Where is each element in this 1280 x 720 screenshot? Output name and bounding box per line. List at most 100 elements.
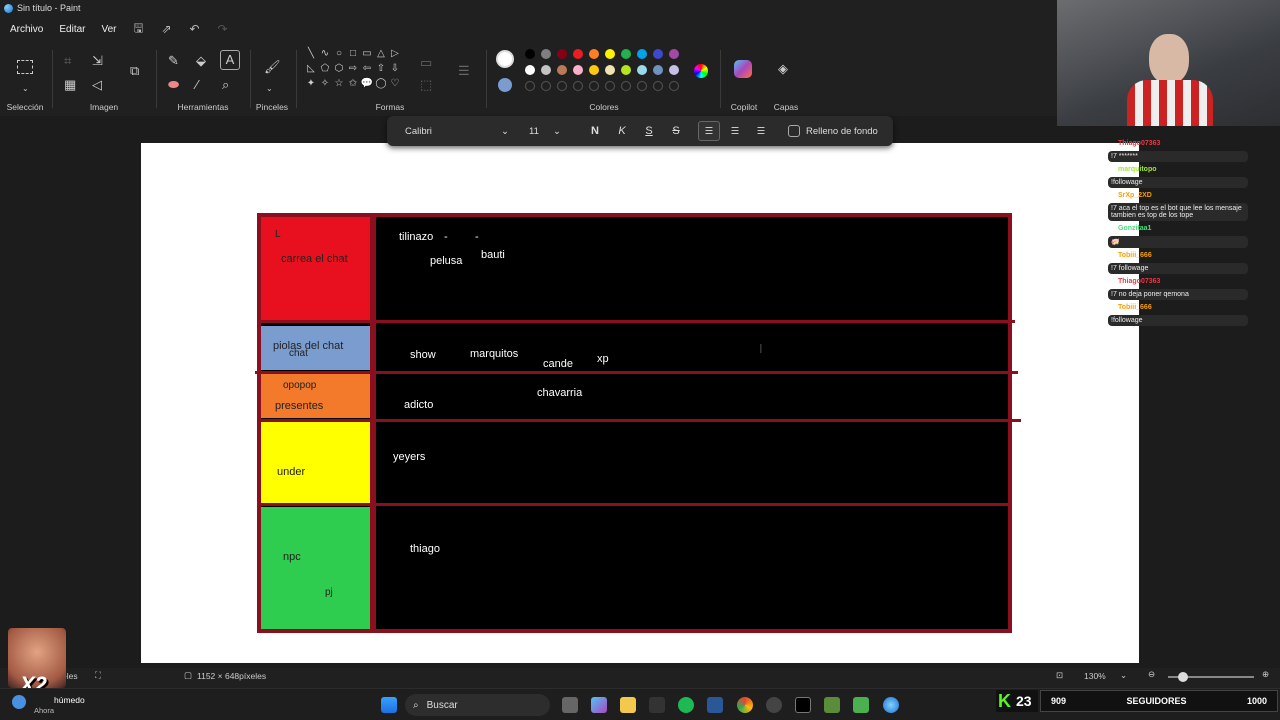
weather-icon[interactable] bbox=[12, 695, 26, 709]
color-swatch[interactable] bbox=[669, 65, 679, 75]
copilot-icon[interactable] bbox=[734, 60, 752, 78]
underline-button[interactable]: S bbox=[637, 125, 661, 137]
color-swatch[interactable] bbox=[557, 49, 567, 59]
shape-item[interactable]: ▷ bbox=[388, 48, 402, 63]
shape-item[interactable]: ⇧ bbox=[374, 63, 388, 78]
color-swatch[interactable] bbox=[541, 49, 551, 59]
redo-icon[interactable]: ↷ bbox=[211, 22, 235, 36]
resize-icon[interactable]: ⇲ bbox=[92, 54, 103, 67]
shape-item[interactable]: ∿ bbox=[318, 48, 332, 63]
color-swatch[interactable] bbox=[541, 65, 551, 75]
shape-item[interactable]: ✧ bbox=[318, 78, 332, 93]
menu-edit[interactable]: Editar bbox=[53, 21, 91, 38]
align-center-icon[interactable]: ☰ bbox=[724, 121, 746, 141]
menu-view[interactable]: Ver bbox=[95, 21, 122, 38]
custom-color-slot[interactable] bbox=[541, 81, 551, 91]
zoom-level[interactable]: 130% bbox=[1084, 671, 1106, 681]
capcut-icon[interactable] bbox=[649, 697, 665, 713]
color-swatch[interactable] bbox=[573, 65, 583, 75]
color-swatch[interactable] bbox=[669, 49, 679, 59]
task-view-icon[interactable] bbox=[562, 697, 578, 713]
shape-item[interactable]: ⇦ bbox=[360, 63, 374, 78]
color-swatch[interactable] bbox=[637, 49, 647, 59]
color-picker-icon[interactable]: ⁄ bbox=[196, 78, 198, 91]
windows-start-icon[interactable] bbox=[381, 697, 397, 713]
shape-item[interactable]: ✦ bbox=[304, 78, 318, 93]
font-family-select[interactable]: Calibri ⌄ bbox=[397, 121, 517, 141]
shape-item[interactable]: ⬡ bbox=[332, 63, 346, 78]
crop-icon[interactable]: ⌗ bbox=[64, 54, 71, 67]
strikethrough-button[interactable]: S bbox=[664, 125, 688, 137]
custom-color-slot[interactable] bbox=[653, 81, 663, 91]
taskbar-search[interactable]: ⌕ Buscar bbox=[405, 694, 550, 716]
custom-color-slot[interactable] bbox=[605, 81, 615, 91]
color2-swatch[interactable] bbox=[498, 78, 512, 92]
align-left-icon[interactable]: ☰ bbox=[698, 121, 720, 141]
spotify-icon[interactable] bbox=[678, 697, 694, 713]
custom-color-slot[interactable] bbox=[621, 81, 631, 91]
color-swatch[interactable] bbox=[573, 49, 583, 59]
shape-item[interactable]: ♡ bbox=[388, 78, 402, 93]
align-right-icon[interactable]: ☰ bbox=[750, 121, 772, 141]
fit-screen-icon[interactable]: ⊡ bbox=[1056, 670, 1063, 681]
zoom-in-icon[interactable]: ⊕ bbox=[1262, 669, 1269, 680]
share-icon[interactable]: ⇗ bbox=[155, 22, 179, 36]
paint-taskbar-icon[interactable] bbox=[883, 697, 899, 713]
cube-app-icon[interactable] bbox=[853, 697, 869, 713]
brush-icon[interactable]: 🖌 bbox=[264, 60, 281, 73]
text-icon[interactable]: A bbox=[220, 50, 240, 70]
shape-item[interactable]: ⇩ bbox=[388, 63, 402, 78]
color-swatch[interactable] bbox=[557, 65, 567, 75]
color-swatch[interactable] bbox=[589, 49, 599, 59]
chevron-down-icon[interactable]: ⌄ bbox=[266, 82, 273, 95]
custom-color-slot[interactable] bbox=[637, 81, 647, 91]
zoom-slider[interactable] bbox=[1168, 672, 1254, 682]
shape-item[interactable]: ☆ bbox=[332, 78, 346, 93]
magnifier-icon[interactable]: ⌕ bbox=[222, 78, 229, 91]
shape-item[interactable]: ⇨ bbox=[346, 63, 360, 78]
shape-item[interactable]: ⬠ bbox=[318, 63, 332, 78]
shape-item[interactable]: ✩ bbox=[346, 78, 360, 93]
file-explorer-icon[interactable] bbox=[620, 697, 636, 713]
copilot-taskbar-icon[interactable] bbox=[591, 697, 607, 713]
rotate-icon[interactable]: ◁ bbox=[92, 78, 102, 91]
eraser-icon[interactable]: ⬬ bbox=[168, 78, 179, 91]
color-swatch[interactable] bbox=[605, 65, 615, 75]
color-swatch[interactable] bbox=[653, 65, 663, 75]
shape-item[interactable]: ◯ bbox=[374, 78, 388, 93]
color-swatch[interactable] bbox=[621, 49, 631, 59]
shape-item[interactable]: 💬 bbox=[360, 78, 374, 93]
background-fill-checkbox[interactable] bbox=[788, 125, 800, 137]
pencil-icon[interactable]: ✎ bbox=[168, 54, 179, 67]
chevron-down-icon[interactable]: ⌄ bbox=[1120, 670, 1127, 681]
shape-item[interactable]: □ bbox=[346, 48, 360, 63]
color-swatch[interactable] bbox=[621, 65, 631, 75]
color1-swatch[interactable] bbox=[496, 50, 514, 68]
zoom-out-icon[interactable]: ⊖ bbox=[1148, 669, 1155, 680]
capcut-alt-icon[interactable] bbox=[795, 697, 811, 713]
rainbow-edit-colors-icon[interactable] bbox=[694, 64, 708, 78]
italic-button[interactable]: K bbox=[610, 125, 634, 137]
bold-button[interactable]: N bbox=[583, 125, 607, 137]
color-swatch[interactable] bbox=[637, 65, 647, 75]
custom-color-slot[interactable] bbox=[525, 81, 535, 91]
obs-icon[interactable] bbox=[766, 697, 782, 713]
menu-file[interactable]: Archivo bbox=[4, 21, 49, 38]
minecraft-icon[interactable] bbox=[824, 697, 840, 713]
save-icon[interactable]: 🖫 bbox=[127, 19, 151, 40]
custom-color-slot[interactable] bbox=[557, 81, 567, 91]
custom-color-slot[interactable] bbox=[589, 81, 599, 91]
remove-background-icon[interactable]: ▦ bbox=[64, 78, 76, 91]
color-swatch[interactable] bbox=[525, 65, 535, 75]
custom-color-slot[interactable] bbox=[669, 81, 679, 91]
color-swatch[interactable] bbox=[589, 65, 599, 75]
shape-item[interactable]: △ bbox=[374, 48, 388, 63]
select-rectangle-icon[interactable] bbox=[17, 60, 33, 74]
shape-item[interactable]: ▭ bbox=[360, 48, 374, 63]
custom-color-slot[interactable] bbox=[573, 81, 583, 91]
font-size-select[interactable]: 11 ⌄ bbox=[523, 121, 567, 141]
zoom-slider-thumb[interactable] bbox=[1178, 672, 1188, 682]
undo-icon[interactable]: ↶ bbox=[183, 22, 207, 36]
color-swatch[interactable] bbox=[605, 49, 615, 59]
weather-text[interactable]: húmedo bbox=[54, 695, 85, 705]
